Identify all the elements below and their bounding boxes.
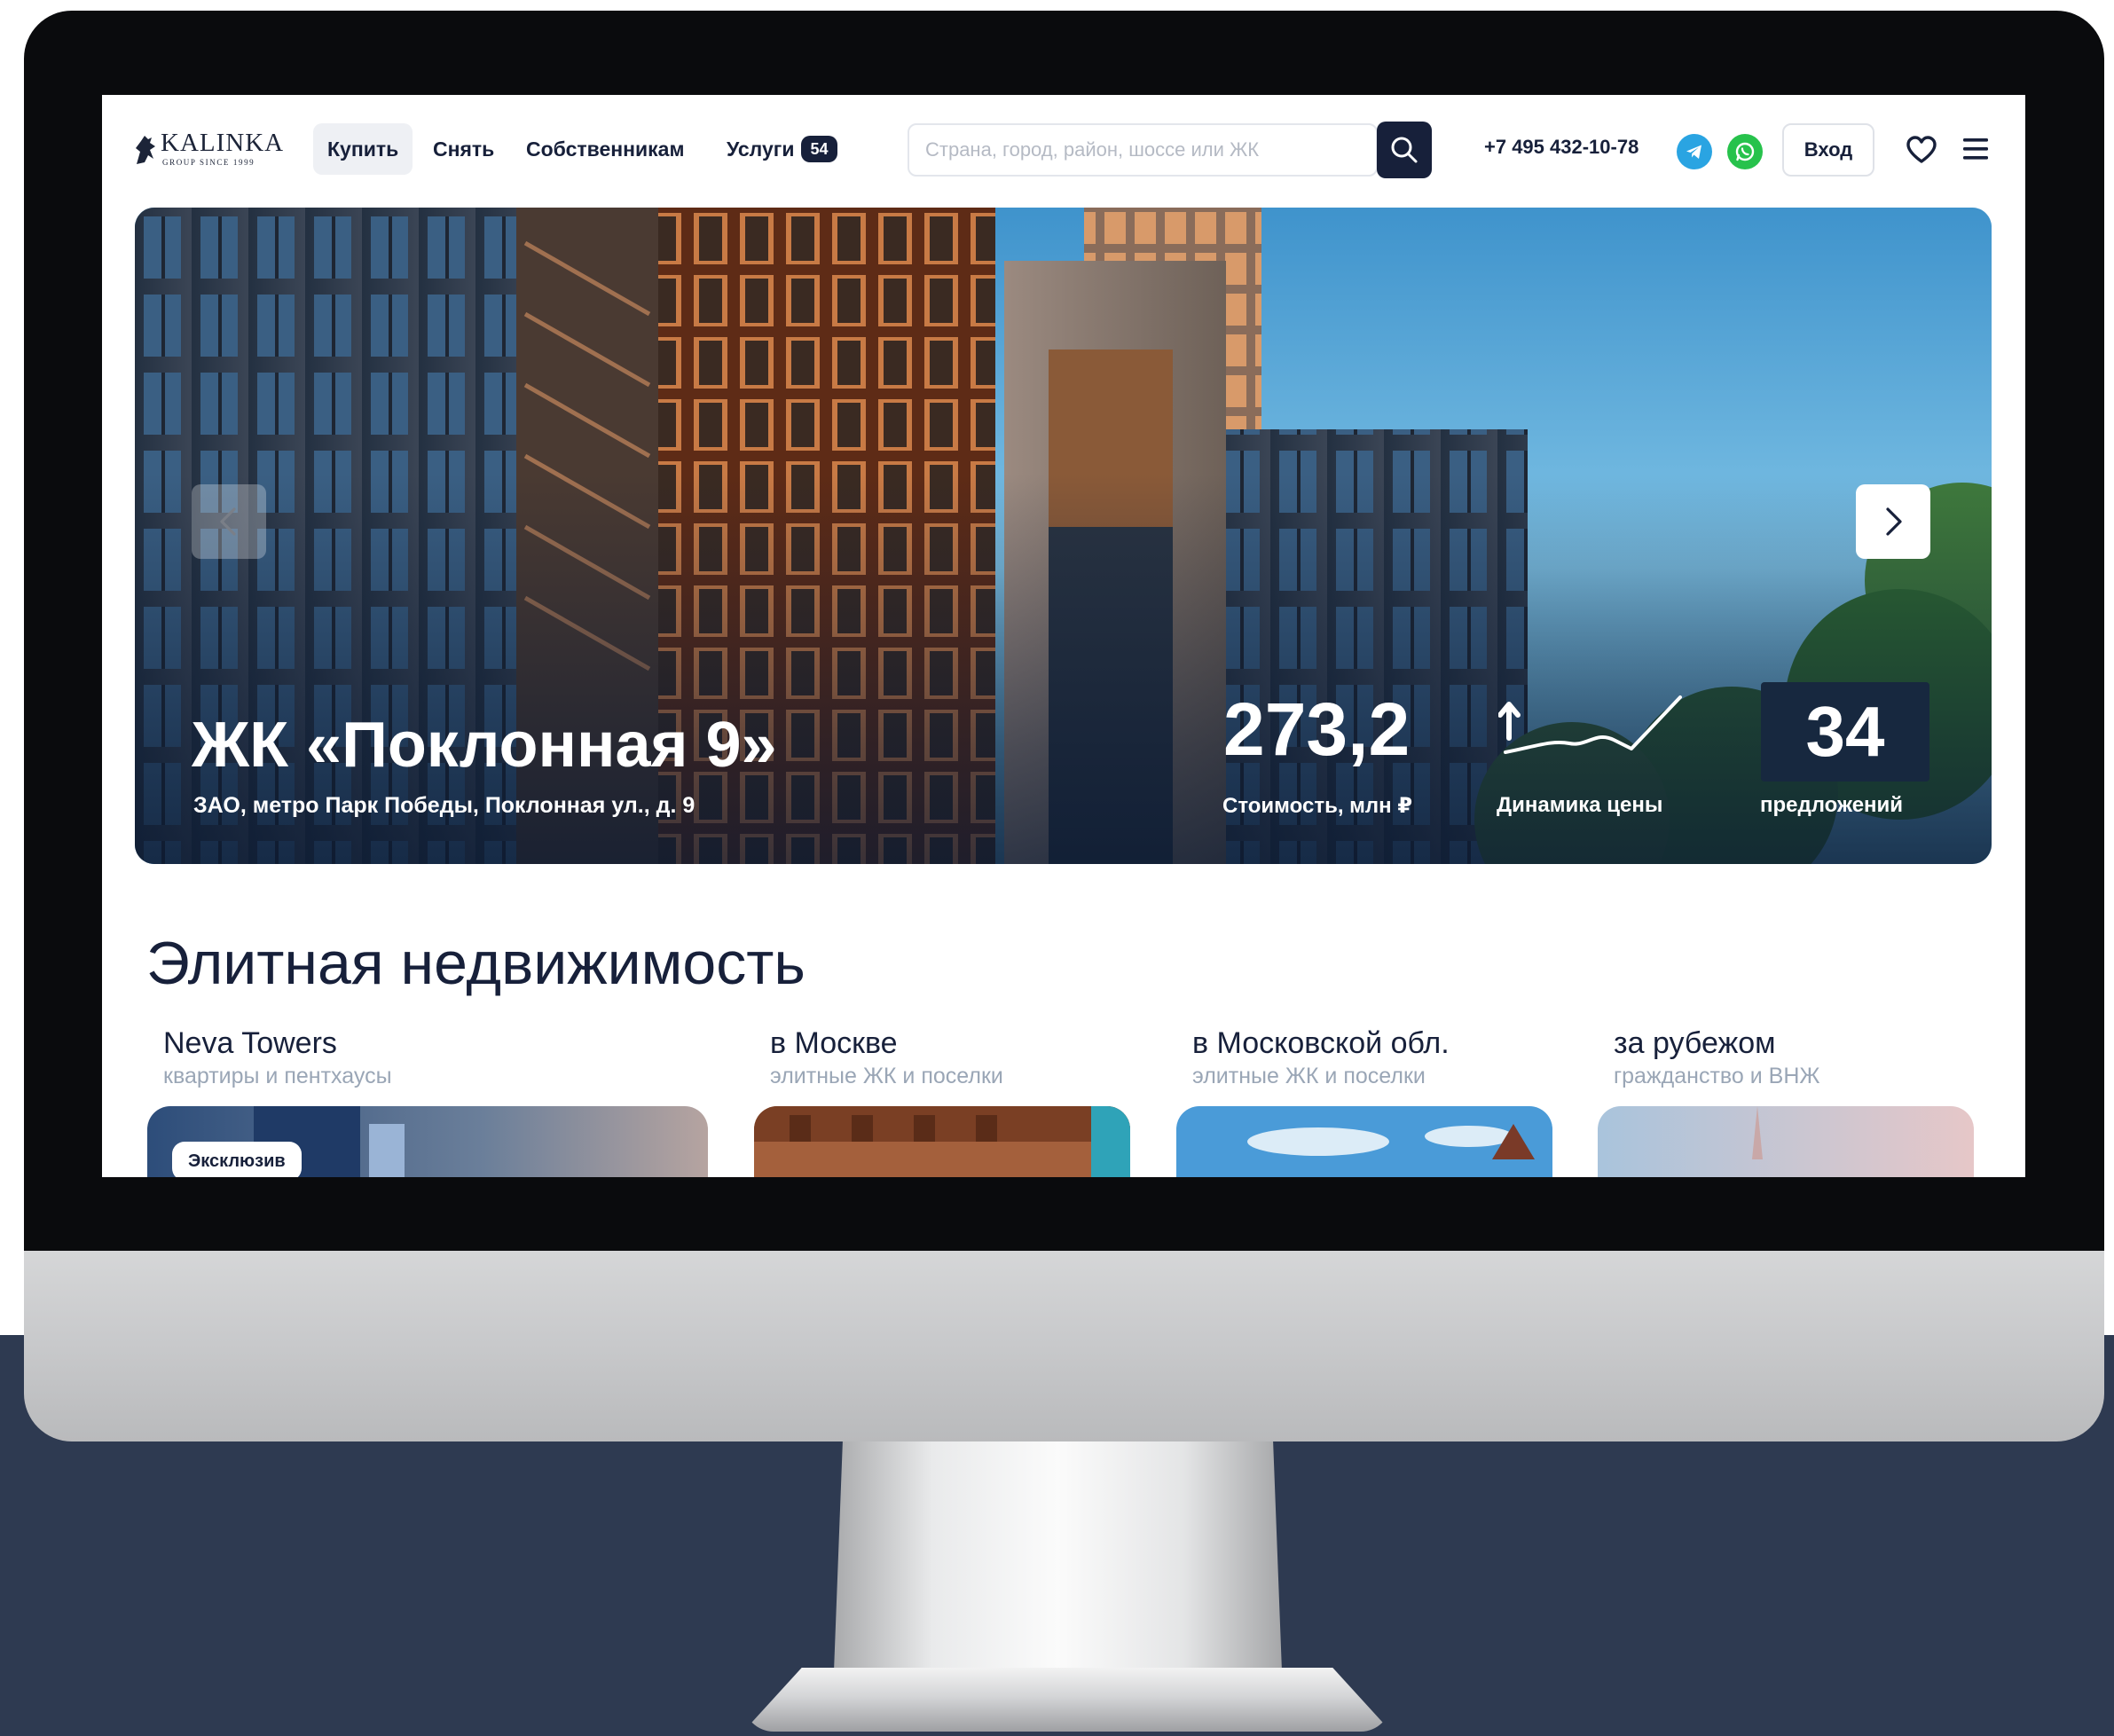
offers-label: предложений — [1760, 793, 1904, 817]
services-count-badge: 54 — [801, 136, 837, 162]
price-value: 273,2 — [1223, 687, 1411, 771]
card-subtitle: элитные ЖК и поселки — [770, 1064, 1003, 1088]
slider-next-button[interactable] — [1856, 484, 1930, 559]
search-button[interactable] — [1377, 122, 1432, 178]
phone-number[interactable]: +7 495 432-10-78 — [1484, 136, 1639, 159]
whatsapp-icon — [1735, 142, 1755, 161]
card-title[interactable]: Neva Towers — [163, 1026, 337, 1061]
heart-icon[interactable] — [1906, 136, 1937, 164]
logo-name: KALINKA — [161, 129, 285, 157]
card-subtitle: гражданство и ВНЖ — [1614, 1064, 1820, 1088]
card-image-graphic — [1176, 1106, 1552, 1177]
card-image[interactable] — [1176, 1106, 1552, 1177]
nav-rent[interactable]: Снять — [433, 123, 494, 175]
trend-up-icon — [1498, 695, 1682, 754]
hero-address: ЗАО, метро Парк Победы, Поклонная ул., д… — [193, 793, 695, 818]
card-title[interactable]: в Москве — [770, 1026, 898, 1061]
trend-label: Динамика цены — [1497, 793, 1663, 817]
section-title: Элитная недвижимость — [146, 930, 806, 997]
monitor-chin — [24, 1224, 2104, 1441]
chevron-left-icon — [220, 507, 236, 536]
menu-icon[interactable] — [1963, 137, 1988, 161]
card-title[interactable]: в Московской обл. — [1192, 1026, 1450, 1061]
card-subtitle: квартиры и пентхаусы — [163, 1064, 392, 1088]
card-image-graphic — [1598, 1106, 1974, 1177]
logo[interactable]: KALINKA GROUP SINCE 1999 — [132, 129, 292, 173]
exclusive-chip: Эксклюзив — [172, 1142, 302, 1177]
card-subtitle: элитные ЖК и поселки — [1192, 1064, 1426, 1088]
chevron-right-icon — [1886, 507, 1902, 536]
monitor-stand — [834, 1437, 1282, 1671]
hero-title[interactable]: ЖК «Поклонная 9» — [192, 709, 777, 782]
search-icon — [1391, 137, 1418, 163]
hero-slider: ЖК «Поклонная 9» ЗАО, метро Парк Победы,… — [135, 208, 1992, 864]
website-screen: KALINKA GROUP SINCE 1999 Купить Снять Со… — [102, 95, 2025, 1177]
monitor-stand-base — [743, 1668, 1391, 1732]
price-label: Стоимость, млн ₽ — [1222, 794, 1413, 818]
search-input[interactable] — [925, 125, 1316, 175]
card-image-graphic — [754, 1106, 1130, 1177]
logo-tagline: GROUP SINCE 1999 — [162, 158, 255, 167]
telegram-button[interactable] — [1677, 134, 1712, 169]
offers-count[interactable]: 34 — [1761, 682, 1929, 782]
whatsapp-button[interactable] — [1727, 134, 1763, 169]
card-image[interactable] — [1598, 1106, 1974, 1177]
site-header: KALINKA GROUP SINCE 1999 Купить Снять Со… — [102, 95, 2025, 207]
nav-services-label: Услуги — [727, 137, 795, 161]
telegram-icon — [1686, 145, 1701, 159]
nav-services[interactable]: Услуги 54 — [727, 123, 837, 175]
card-image[interactable] — [754, 1106, 1130, 1177]
card-title[interactable]: за рубежом — [1614, 1026, 1776, 1061]
login-button[interactable]: Вход — [1782, 123, 1874, 177]
nav-buy[interactable]: Купить — [313, 123, 413, 175]
nav-owners[interactable]: Собственникам — [526, 123, 685, 175]
logo-horse-icon — [136, 136, 155, 164]
card-image[interactable]: Эксклюзив — [147, 1106, 708, 1177]
slider-prev-button[interactable] — [192, 484, 266, 559]
search-box — [908, 123, 1378, 177]
